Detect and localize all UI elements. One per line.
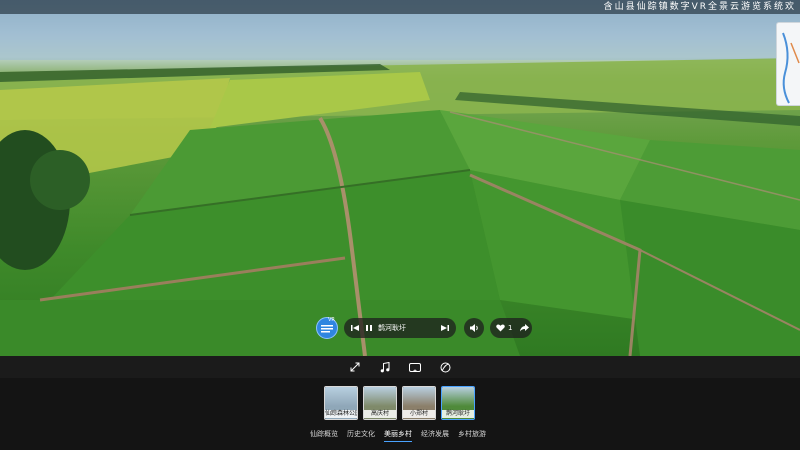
panorama-view[interactable]: [0, 0, 800, 356]
category-tabs: 仙踪概览 历史文化 美丽乡村 经济发展 乡村旅游: [310, 429, 486, 442]
vr-glasses-icon[interactable]: [407, 359, 423, 375]
scene-thumb-3[interactable]: 鹊河耿圩: [441, 386, 475, 420]
scene-thumb-2[interactable]: 小郑村: [402, 386, 436, 420]
map-icon: [782, 32, 800, 104]
previous-track-icon[interactable]: [350, 323, 360, 333]
scene-thumbnails: 仙踪森林公园 高庆村 小郑村 鹊河耿圩: [324, 386, 475, 420]
scene-thumb-1[interactable]: 高庆村: [363, 386, 397, 420]
scene-thumb-label: 仙踪森林公园: [325, 410, 358, 418]
page-title: 含山县仙踪镇数字VR全景云游览系统欢: [603, 2, 796, 12]
menu-icon: [321, 325, 333, 333]
like-share-group: 1: [490, 318, 532, 338]
track-title: 鹊河耿圩: [378, 324, 406, 332]
tab-overview[interactable]: 仙踪概览: [310, 429, 338, 442]
music-icon[interactable]: [377, 359, 393, 375]
share-icon[interactable]: [520, 324, 530, 332]
tab-rural-tourism[interactable]: 乡村旅游: [458, 429, 486, 442]
title-bar: 含山县仙踪镇数字VR全景云游览系统欢: [0, 0, 800, 14]
volume-button[interactable]: [464, 318, 484, 338]
scene-navigation: 仙踪森林公园 高庆村 小郑村 鹊河耿圩 仙踪概览 历史文化 美丽乡村 经济发展 …: [0, 378, 800, 450]
scene-thumb-label: 小郑村: [403, 410, 435, 418]
audio-player: VR 鹊河耿圩 1: [0, 317, 800, 339]
scene-thumb-0[interactable]: 仙踪森林公园: [324, 386, 358, 420]
logo-text: VR: [328, 317, 335, 323]
heart-icon[interactable]: [496, 324, 505, 332]
function-toolbar: [0, 356, 800, 378]
pause-icon[interactable]: [364, 323, 374, 333]
tab-beautiful-village[interactable]: 美丽乡村: [384, 429, 412, 442]
next-track-icon[interactable]: [440, 323, 450, 333]
gyroscope-icon[interactable]: [437, 359, 453, 375]
panorama-scene: [0, 0, 800, 356]
tab-history-culture[interactable]: 历史文化: [347, 429, 375, 442]
tab-economy[interactable]: 经济发展: [421, 429, 449, 442]
track-bar: 鹊河耿圩: [344, 318, 456, 338]
volume-icon: [470, 324, 478, 332]
fullscreen-icon[interactable]: [347, 359, 363, 375]
scene-thumb-label: 高庆村: [364, 410, 396, 418]
minimap[interactable]: [776, 22, 800, 106]
scene-thumb-label: 鹊河耿圩: [442, 410, 474, 418]
like-count: 1: [508, 324, 513, 332]
